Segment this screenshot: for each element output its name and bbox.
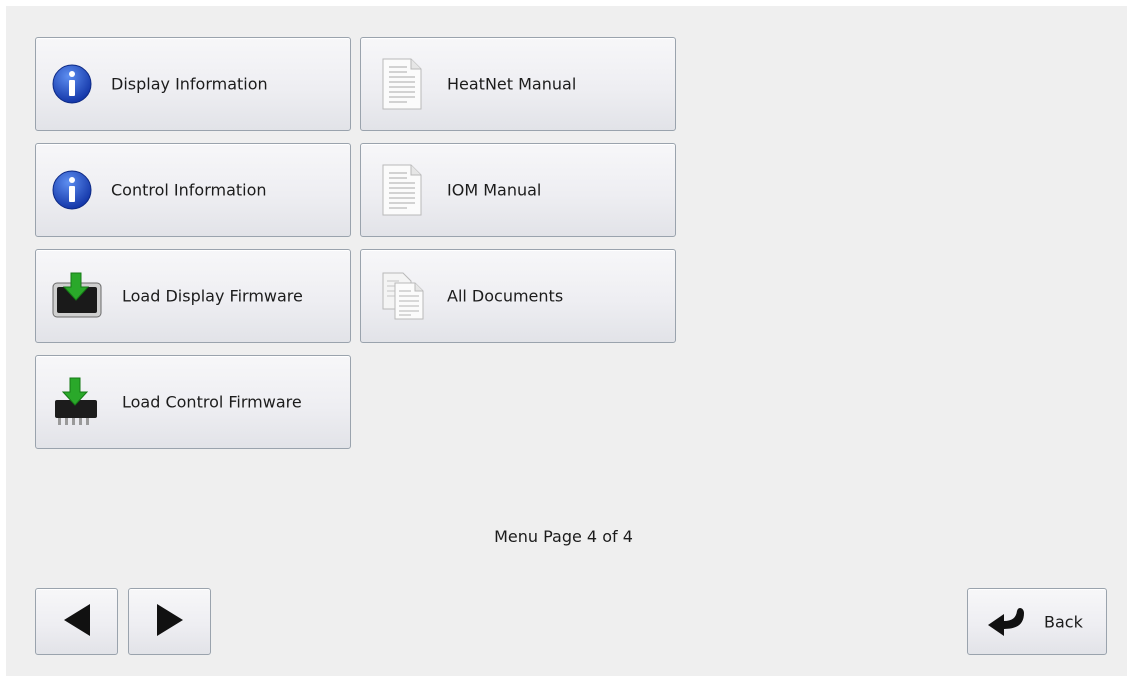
all-documents-button[interactable]: All Documents bbox=[360, 249, 676, 343]
control-information-button[interactable]: Control Information bbox=[35, 143, 351, 237]
display-information-button[interactable]: Display Information bbox=[35, 37, 351, 131]
iom-manual-label: IOM Manual bbox=[447, 180, 542, 200]
chip-download-icon bbox=[51, 376, 101, 428]
arrow-left-icon bbox=[62, 602, 92, 642]
load-display-firmware-button[interactable]: Load Display Firmware bbox=[35, 249, 351, 343]
load-control-firmware-button[interactable]: Load Control Firmware bbox=[35, 355, 351, 449]
back-label: Back bbox=[1044, 612, 1083, 631]
back-button[interactable]: Back bbox=[967, 588, 1107, 655]
heatnet-manual-label: HeatNet Manual bbox=[447, 74, 577, 94]
arrow-right-icon bbox=[155, 602, 185, 642]
all-documents-label: All Documents bbox=[447, 286, 564, 306]
page-indicator: Menu Page 4 of 4 bbox=[494, 527, 633, 546]
next-page-button[interactable] bbox=[128, 588, 211, 655]
document-icon bbox=[381, 163, 423, 217]
documents-icon bbox=[381, 271, 427, 321]
return-arrow-icon bbox=[984, 605, 1028, 639]
heatnet-manual-button[interactable]: HeatNet Manual bbox=[360, 37, 676, 131]
display-information-label: Display Information bbox=[111, 74, 268, 94]
load-display-firmware-label: Load Display Firmware bbox=[122, 286, 303, 306]
document-icon bbox=[381, 57, 423, 111]
previous-page-button[interactable] bbox=[35, 588, 118, 655]
display-download-icon bbox=[51, 271, 105, 321]
control-information-label: Control Information bbox=[111, 180, 267, 200]
load-control-firmware-label: Load Control Firmware bbox=[122, 392, 302, 412]
info-icon bbox=[51, 169, 93, 211]
info-icon bbox=[51, 63, 93, 105]
iom-manual-button[interactable]: IOM Manual bbox=[360, 143, 676, 237]
